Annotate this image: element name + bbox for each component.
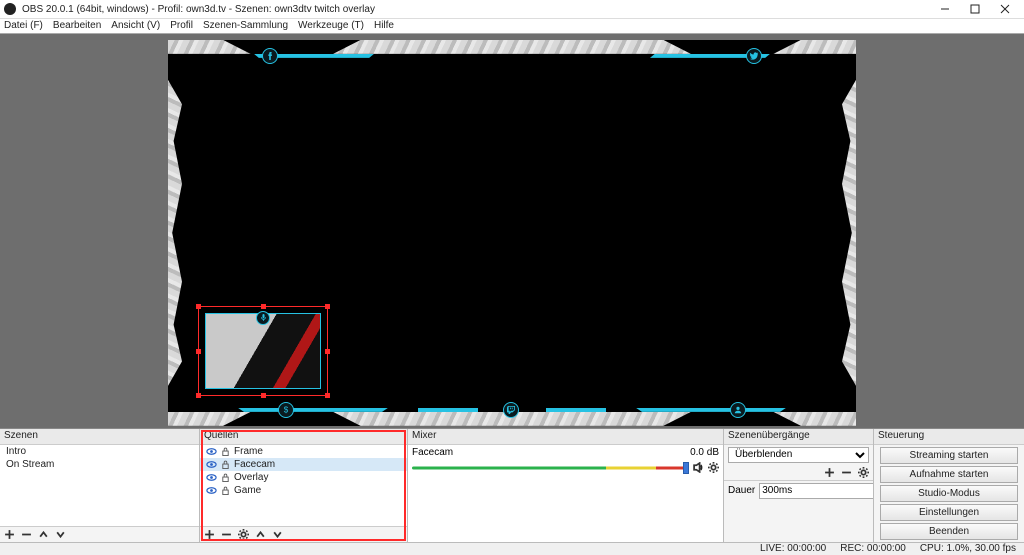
move-down-icon[interactable]: [55, 529, 66, 540]
source-item[interactable]: Game: [200, 484, 407, 497]
sources-header: Quellen: [200, 429, 407, 445]
resize-handle[interactable]: [261, 304, 266, 309]
duration-input[interactable]: [759, 483, 873, 499]
controls-header: Steuerung: [874, 429, 1024, 445]
remove-icon[interactable]: [21, 529, 32, 540]
scenes-panel: Szenen Intro On Stream: [0, 429, 200, 542]
status-bar: LIVE: 00:00:00 REC: 00:00:00 CPU: 1.0%, …: [0, 542, 1024, 555]
speaker-icon[interactable]: [693, 462, 704, 473]
visibility-icon[interactable]: [206, 472, 217, 483]
mixer-source-name: Facecam: [412, 447, 686, 458]
svg-text:$: $: [284, 406, 289, 414]
menu-help[interactable]: Hilfe: [374, 20, 394, 31]
lock-icon[interactable]: [221, 473, 230, 482]
overlay-top: [168, 40, 856, 62]
studio-mode-button[interactable]: Studio-Modus: [880, 485, 1018, 502]
menu-scene-collection[interactable]: Szenen-Sammlung: [203, 20, 288, 31]
close-button[interactable]: [990, 0, 1020, 18]
bottom-panels: Szenen Intro On Stream Quellen FrameFace…: [0, 428, 1024, 542]
user-icon: [730, 402, 746, 418]
resize-handle[interactable]: [325, 304, 330, 309]
add-icon[interactable]: [204, 529, 215, 540]
visibility-icon[interactable]: [206, 446, 217, 457]
menu-view[interactable]: Ansicht (V): [111, 20, 160, 31]
menu-bar: Datei (F) Bearbeiten Ansicht (V) Profil …: [0, 19, 1024, 34]
facecam-source-selection[interactable]: [198, 306, 328, 396]
mixer-row: Facecam 0.0 dB: [408, 445, 723, 460]
menu-profile[interactable]: Profil: [170, 20, 193, 31]
resize-handle[interactable]: [325, 349, 330, 354]
status-cpu: CPU: 1.0%, 30.00 fps: [920, 543, 1016, 554]
add-icon[interactable]: [4, 529, 15, 540]
maximize-button[interactable]: [960, 0, 990, 18]
window-title: OBS 20.0.1 (64bit, windows) - Profil: ow…: [22, 4, 930, 15]
preview-area[interactable]: $: [0, 34, 1024, 428]
status-rec: REC: 00:00:00: [840, 543, 906, 554]
twitch-icon: [503, 402, 519, 418]
window-titlebar: OBS 20.0.1 (64bit, windows) - Profil: ow…: [0, 0, 1024, 19]
gear-icon[interactable]: [708, 462, 719, 473]
move-up-icon[interactable]: [255, 529, 266, 540]
scene-item[interactable]: On Stream: [0, 458, 199, 471]
resize-handle[interactable]: [196, 393, 201, 398]
visibility-icon[interactable]: [206, 485, 217, 496]
preview-canvas[interactable]: $: [168, 40, 856, 426]
settings-button[interactable]: Einstellungen: [880, 504, 1018, 521]
scenes-header: Szenen: [0, 429, 199, 445]
scenes-list[interactable]: Intro On Stream: [0, 445, 199, 526]
menu-edit[interactable]: Bearbeiten: [53, 20, 101, 31]
mixer-db: 0.0 dB: [690, 447, 719, 458]
start-recording-button[interactable]: Aufnahme starten: [880, 466, 1018, 483]
move-up-icon[interactable]: [38, 529, 49, 540]
source-item[interactable]: Overlay: [200, 471, 407, 484]
move-down-icon[interactable]: [272, 529, 283, 540]
resize-handle[interactable]: [196, 304, 201, 309]
microphone-icon: [256, 311, 270, 325]
resize-handle[interactable]: [261, 393, 266, 398]
lock-icon[interactable]: [221, 447, 230, 456]
mixer-panel: Mixer Facecam 0.0 dB: [408, 429, 724, 542]
gear-icon[interactable]: [858, 467, 869, 478]
menu-file[interactable]: Datei (F): [4, 20, 43, 31]
lock-icon[interactable]: [221, 460, 230, 469]
controls-panel: Steuerung Streaming starten Aufnahme sta…: [874, 429, 1024, 542]
resize-handle[interactable]: [196, 349, 201, 354]
add-icon[interactable]: [824, 467, 835, 478]
transitions-panel: Szenenübergänge Überblenden Dauer: [724, 429, 874, 542]
status-live: LIVE: 00:00:00: [760, 543, 826, 554]
sources-panel: Quellen FrameFacecamOverlayGame: [200, 429, 408, 542]
source-item[interactable]: Frame: [200, 445, 407, 458]
overlay-side-right: [842, 80, 856, 386]
volume-slider[interactable]: [412, 462, 689, 474]
lock-icon[interactable]: [221, 486, 230, 495]
transition-select[interactable]: Überblenden: [728, 447, 869, 463]
remove-icon[interactable]: [841, 467, 852, 478]
sources-list[interactable]: FrameFacecamOverlayGame: [200, 445, 407, 526]
resize-handle[interactable]: [325, 393, 330, 398]
gear-icon[interactable]: [238, 529, 249, 540]
menu-tools[interactable]: Werkzeuge (T): [298, 20, 364, 31]
mixer-header: Mixer: [408, 429, 723, 445]
sources-toolbar: [200, 526, 407, 542]
exit-button[interactable]: Beenden: [880, 523, 1018, 540]
transitions-header: Szenenübergänge: [724, 429, 873, 445]
overlay-bottom: $: [168, 404, 856, 426]
dollar-icon: $: [278, 402, 294, 418]
facebook-icon: [262, 48, 278, 64]
visibility-icon[interactable]: [206, 459, 217, 470]
start-streaming-button[interactable]: Streaming starten: [880, 447, 1018, 464]
app-icon: [4, 3, 16, 15]
scenes-toolbar: [0, 526, 199, 542]
source-item[interactable]: Facecam: [200, 458, 407, 471]
twitter-icon: [746, 48, 762, 64]
scene-item[interactable]: Intro: [0, 445, 199, 458]
minimize-button[interactable]: [930, 0, 960, 18]
overlay-side-left: [168, 80, 182, 386]
facecam-frame: [205, 313, 321, 389]
remove-icon[interactable]: [221, 529, 232, 540]
duration-label: Dauer: [728, 485, 755, 496]
